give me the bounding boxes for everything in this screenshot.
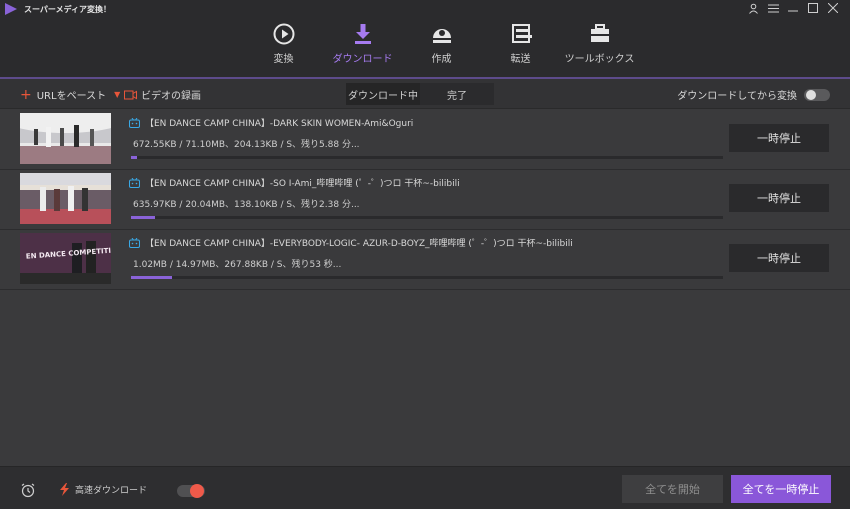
progress-fill	[131, 276, 173, 279]
bilibili-icon	[129, 237, 140, 248]
minimize-icon[interactable]	[786, 1, 800, 15]
pause-button[interactable]: 一時停止	[729, 244, 829, 272]
pause-all-button[interactable]: 全てを一時停止	[731, 475, 831, 503]
tab-finished[interactable]: 完了	[420, 83, 494, 105]
tab-transfer[interactable]: 転送	[481, 20, 560, 78]
download-tabs: ダウンロード中 完了	[346, 83, 494, 105]
convert-after-label: ダウンロードしてから変換	[677, 91, 797, 102]
download-progress	[131, 216, 723, 219]
tab-download[interactable]: ダウンロード	[323, 20, 402, 80]
download-title: 【EN DANCE CAMP CHINA】-DARK SKIN WOMEN-Am…	[129, 116, 413, 129]
paste-url-label: URLをペースト	[36, 91, 107, 102]
tab-download-label: ダウンロード	[332, 54, 393, 65]
download-title: 【EN DANCE CAMP CHINA】-EVERYBODY-LOGIC- A…	[129, 236, 573, 249]
download-stats: 635.97KB / 20.04MB、138.10KB / S、残り2.38 分…	[133, 200, 360, 210]
lightning-icon	[60, 483, 69, 496]
high-speed-download: 高速ダウンロード	[60, 483, 147, 496]
screen-record-button[interactable]: ビデオの録画	[124, 87, 201, 102]
plus-icon: +	[20, 86, 32, 103]
app-logo-icon	[5, 3, 17, 15]
video-thumbnail	[20, 173, 111, 224]
app-title: スーパーメディア変換！	[24, 5, 112, 14]
tab-toolbox[interactable]: ツールボックス	[560, 20, 639, 78]
download-title: 【EN DANCE CAMP CHINA】-SO I-Ami_哔哩哔哩 (゜-゜…	[129, 176, 460, 189]
pause-button[interactable]: 一時停止	[729, 124, 829, 152]
download-row: 【EN DANCE CAMP CHINA】-SO I-Ami_哔哩哔哩 (゜-゜…	[0, 170, 850, 230]
high-speed-toggle[interactable]	[177, 484, 205, 498]
download-stats: 1.02MB / 14.97MB、267.88KB / S、残り53 秒...	[133, 260, 342, 270]
close-icon[interactable]	[826, 1, 840, 15]
download-title-text: 【EN DANCE CAMP CHINA】-DARK SKIN WOMEN-Am…	[145, 119, 414, 129]
account-icon[interactable]	[746, 1, 760, 15]
download-title-text: 【EN DANCE CAMP CHINA】-SO I-Ami_哔哩哔哩 (゜-゜…	[145, 179, 460, 189]
alarm-clock-icon[interactable]	[20, 482, 36, 498]
convert-after-download: ダウンロードしてから変換	[677, 87, 830, 102]
toolbar: + URLをペースト ▼ ビデオの録画 ダウンロード中 完了 ダウンロードしてか…	[0, 79, 850, 109]
high-speed-label: 高速ダウンロード	[75, 486, 148, 496]
maximize-icon[interactable]	[806, 1, 820, 15]
tab-transfer-label: 転送	[510, 54, 531, 65]
convert-icon	[273, 23, 294, 45]
footer-bar: 高速ダウンロード 全てを開始 全てを一時停止	[0, 466, 850, 509]
tab-downloading[interactable]: ダウンロード中	[346, 83, 420, 105]
tab-burn[interactable]: 作成	[402, 20, 481, 78]
download-title-text: 【EN DANCE CAMP CHINA】-EVERYBODY-LOGIC- A…	[145, 239, 573, 249]
tab-burn-label: 作成	[431, 54, 452, 65]
pause-button[interactable]: 一時停止	[729, 184, 829, 212]
progress-fill	[131, 156, 137, 159]
toolbox-icon	[590, 24, 609, 42]
main-nav: 変換 ダウンロード 作成 転送 ツールボックス	[244, 20, 639, 80]
convert-after-toggle[interactable]	[804, 88, 830, 101]
download-progress	[131, 156, 723, 159]
download-progress	[131, 276, 723, 279]
download-stats: 672.55KB / 71.10MB、204.13KB / S、残り5.88 分…	[133, 140, 360, 150]
tab-convert[interactable]: 変換	[244, 20, 323, 78]
burn-icon	[432, 28, 451, 43]
download-icon	[354, 24, 371, 44]
tab-convert-label: 変換	[273, 54, 294, 65]
video-thumbnail: EN DANCE COMPETITION	[20, 233, 111, 284]
download-row: 【EN DANCE CAMP CHINA】-DARK SKIN WOMEN-Am…	[0, 110, 850, 170]
video-thumbnail	[20, 113, 111, 164]
paste-url-button[interactable]: + URLをペースト ▼	[20, 86, 120, 103]
video-record-icon	[124, 90, 137, 99]
title-bar: スーパーメディア変換！ 変換 ダウンロード 作成 転送 ツールボックス	[0, 0, 850, 80]
menu-icon[interactable]	[766, 1, 780, 15]
chevron-down-icon[interactable]: ▼	[114, 90, 120, 99]
download-list: 【EN DANCE CAMP CHINA】-DARK SKIN WOMEN-Am…	[0, 110, 850, 290]
tab-toolbox-label: ツールボックス	[564, 54, 635, 65]
start-all-button[interactable]: 全てを開始	[622, 475, 723, 503]
bilibili-icon	[129, 177, 140, 188]
bilibili-icon	[129, 117, 140, 128]
progress-fill	[131, 216, 155, 219]
download-row: EN DANCE COMPETITION 【EN DANCE CAMP CHIN…	[0, 230, 850, 290]
screen-record-label: ビデオの録画	[141, 91, 201, 102]
transfer-icon	[511, 24, 532, 43]
window-controls	[746, 1, 840, 15]
